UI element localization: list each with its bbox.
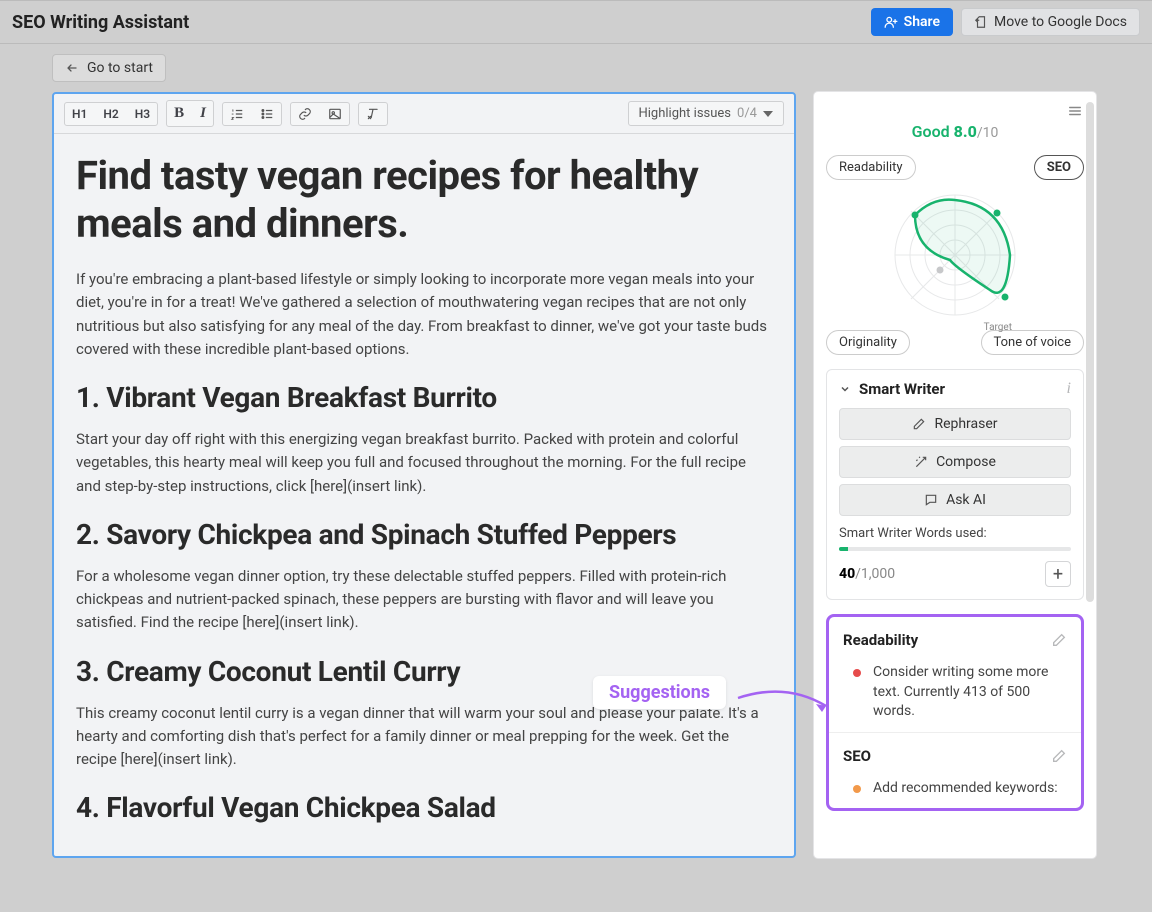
go-to-start-button[interactable]: Go to start	[52, 54, 166, 82]
doc-p-1: Start your day off right with this energ…	[76, 428, 772, 498]
suggestions-callout: Suggestions	[593, 676, 726, 709]
readability-text: Consider writing some more text. Current…	[873, 663, 1067, 722]
side-panel: Good 8.0/10 Readability SEO Originality …	[814, 92, 1096, 858]
originality-chip[interactable]: Originality	[826, 330, 910, 355]
highlight-count: 0/4	[737, 106, 757, 121]
image-button[interactable]	[321, 103, 349, 125]
readability-suggestion: Consider writing some more text. Current…	[843, 663, 1067, 722]
readability-title: Readability	[843, 631, 1051, 649]
highlight-issues-dropdown[interactable]: Highlight issues 0/4	[628, 101, 785, 126]
radar-chart-icon	[885, 185, 1025, 325]
edit-icon[interactable]	[1051, 748, 1067, 764]
seo-chip[interactable]: SEO	[1034, 155, 1084, 180]
doc-p-3: This creamy coconut lentil curry is a ve…	[76, 702, 772, 772]
link-button[interactable]	[291, 103, 319, 125]
score-display: Good 8.0/10	[826, 122, 1084, 141]
top-bar: SEO Writing Assistant Share Move to Goog…	[0, 0, 1152, 44]
h3-button[interactable]: H3	[128, 103, 157, 125]
bold-button[interactable]: B	[167, 101, 191, 126]
doc-title: Find tasty vegan recipes for healthy mea…	[76, 152, 772, 248]
smart-writer-card: Smart Writer i Rephraser Compose Ask AI …	[826, 369, 1084, 600]
share-label: Share	[904, 14, 940, 30]
words-used-count: 40/1,000	[839, 566, 895, 582]
move-to-gdocs-button[interactable]: Move to Google Docs	[961, 8, 1140, 36]
sidepanel-scrollbar[interactable]	[1086, 102, 1094, 602]
highlight-label: Highlight issues	[639, 106, 732, 121]
clear-format-button[interactable]	[359, 103, 387, 125]
pencil-icon	[912, 417, 926, 431]
doc-p-2: For a wholesome vegan dinner option, try…	[76, 565, 772, 635]
share-button[interactable]: Share	[871, 8, 953, 36]
arrow-left-icon	[65, 62, 79, 74]
compose-label: Compose	[936, 454, 996, 470]
radar-chart-area: Readability SEO Originality Tone of voic…	[826, 155, 1084, 355]
compose-button[interactable]: Compose	[839, 446, 1071, 478]
person-plus-icon	[884, 15, 898, 29]
score-number: 8.0	[954, 122, 977, 141]
seo-text: Add recommended keywords:	[873, 779, 1058, 799]
export-icon	[974, 15, 988, 29]
menu-icon[interactable]	[1066, 104, 1084, 118]
ask-ai-label: Ask AI	[946, 492, 986, 508]
status-dot-icon	[853, 785, 861, 793]
go-start-label: Go to start	[87, 60, 153, 76]
chevron-down-icon	[763, 111, 773, 117]
score-denom: /10	[977, 125, 999, 141]
doc-intro: If you're embracing a plant-based lifest…	[76, 268, 772, 361]
doc-h2-4: 4. Flavorful Vegan Chickpea Salad	[76, 791, 772, 824]
h2-button[interactable]: H2	[96, 103, 125, 125]
unordered-list-button[interactable]	[253, 103, 281, 125]
seo-title: SEO	[843, 747, 1051, 765]
move-label: Move to Google Docs	[994, 14, 1127, 30]
words-used-label: Smart Writer Words used:	[839, 526, 1071, 541]
app-title: SEO Writing Assistant	[12, 12, 189, 33]
rephraser-label: Rephraser	[934, 416, 997, 432]
smart-writer-title: Smart Writer	[859, 380, 1067, 398]
score-word: Good	[912, 122, 950, 141]
chat-icon	[924, 493, 938, 507]
tone-chip[interactable]: Tone of voice	[981, 330, 1084, 355]
editor-toolbar: H1 H2 H3 B I	[54, 94, 794, 134]
wand-icon	[914, 455, 928, 469]
ordered-list-button[interactable]	[223, 103, 251, 125]
chevron-down-icon[interactable]	[839, 383, 851, 395]
words-used-bar	[839, 547, 1071, 551]
rephraser-button[interactable]: Rephraser	[839, 408, 1071, 440]
edit-icon[interactable]	[1051, 632, 1067, 648]
sub-bar: Go to start	[0, 44, 1152, 92]
suggestions-card: Readability Consider writing some more t…	[826, 614, 1084, 811]
ask-ai-button[interactable]: Ask AI	[839, 484, 1071, 516]
editor-panel: H1 H2 H3 B I	[52, 92, 796, 858]
italic-button[interactable]: I	[193, 101, 213, 126]
h1-button[interactable]: H1	[65, 103, 94, 125]
add-words-button[interactable]: +	[1045, 561, 1071, 587]
doc-h2-1: 1. Vibrant Vegan Breakfast Burrito	[76, 381, 772, 414]
seo-suggestion: Add recommended keywords:	[843, 779, 1067, 799]
doc-h2-2: 2. Savory Chickpea and Spinach Stuffed P…	[76, 518, 772, 551]
status-dot-icon	[853, 669, 861, 677]
callout-arrow-icon	[736, 684, 836, 724]
info-icon[interactable]: i	[1067, 380, 1071, 398]
document-body[interactable]: Find tasty vegan recipes for healthy mea…	[54, 134, 794, 856]
readability-chip[interactable]: Readability	[826, 155, 916, 180]
